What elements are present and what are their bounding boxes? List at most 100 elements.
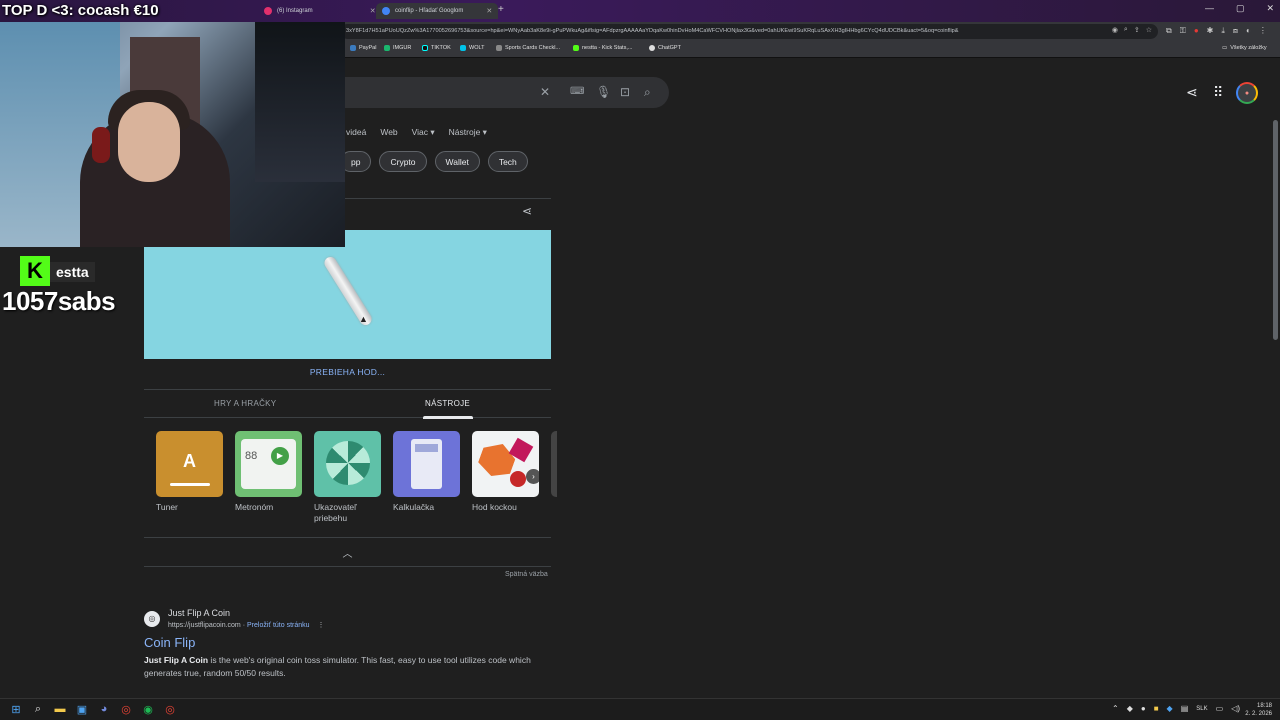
- bookmark-chatgpt[interactable]: ChatGPT: [649, 45, 681, 51]
- location-icon[interactable]: ◉: [1112, 26, 1118, 34]
- result-snippet: Just Flip A Coin is the web's original c…: [144, 655, 531, 678]
- extensions-icon[interactable]: ⧈: [1233, 26, 1238, 36]
- windows-taskbar: ⊞ ⌕ ▬ ▣ ◕ ◎ ◉ ◎ ⌃ ◆ ● ■ ◆ ▤ SLK ▭ ◁) 18:…: [0, 698, 1280, 720]
- bookmark-paypal[interactable]: PayPal: [350, 45, 376, 51]
- tab-videos[interactable]: videá: [346, 127, 366, 138]
- download-icon[interactable]: ⤓: [1221, 26, 1225, 36]
- all-bookmarks[interactable]: ▭ Všetky záložky: [1222, 45, 1267, 51]
- share-icon[interactable]: ⋖: [1186, 84, 1198, 101]
- avatar[interactable]: ●: [1236, 82, 1258, 104]
- chip-wallet[interactable]: Wallet: [434, 151, 480, 172]
- more-options-icon[interactable]: ⋮: [318, 622, 325, 629]
- spinner-wheel-icon: [314, 431, 381, 497]
- tab-instagram[interactable]: (6) Instagram ✕: [258, 3, 382, 19]
- tool-tuner[interactable]: A Tuner: [156, 431, 223, 524]
- share-icon[interactable]: ⇪: [1134, 26, 1140, 34]
- search-icon[interactable]: ⌕: [31, 702, 45, 716]
- store-icon[interactable]: ▣: [75, 702, 89, 716]
- tab-tools-card[interactable]: NÁSTROJE: [425, 399, 470, 408]
- profile-icon[interactable]: ◐: [1246, 26, 1251, 36]
- collapse-button[interactable]: ︿: [144, 537, 551, 567]
- tray-app-icon[interactable]: ◆: [1127, 704, 1133, 713]
- chip-tech[interactable]: Tech: [487, 151, 528, 172]
- tuner-icon: A: [156, 431, 223, 497]
- share-icon[interactable]: ⋖: [522, 204, 532, 218]
- chrome-icon[interactable]: ◎: [119, 702, 133, 716]
- bookmark-wolt[interactable]: WOLT: [460, 45, 484, 51]
- tool-label: Hod kockou: [472, 502, 517, 512]
- google-icon: [382, 7, 390, 15]
- bookmark-sports-cards[interactable]: Sports Cards Checkl...: [496, 45, 560, 51]
- sub-counter: 1057sabs: [2, 286, 116, 316]
- clear-icon[interactable]: ✕: [540, 85, 550, 99]
- chrome-profile-icon[interactable]: ◎: [163, 702, 177, 716]
- star-icon[interactable]: ☆: [1146, 26, 1152, 34]
- coin-flip-canvas[interactable]: ▲: [144, 230, 551, 359]
- tray-app-icon[interactable]: ▤: [1181, 704, 1189, 713]
- password-icon[interactable]: ⚿: [1180, 26, 1186, 36]
- extension-icons: ⧉ ⚿ ● ✱ ⤓ ⧈ ◐ ⋮: [1166, 26, 1267, 36]
- site-name[interactable]: Just Flip A Coin: [168, 608, 230, 618]
- search-input[interactable]: ✕ ⌨ 🎙 ⊡ ⌕: [300, 77, 669, 108]
- imgur-icon: [384, 45, 390, 51]
- tab-google-search[interactable]: coinflip - Hľadať Googlom ✕: [376, 3, 499, 19]
- tray-app-icon[interactable]: ■: [1154, 704, 1159, 713]
- tab-tools[interactable]: Nástroje ▾: [449, 127, 487, 138]
- tool-calculator[interactable]: Kalkulačka: [393, 431, 460, 524]
- tool-dice[interactable]: › Hod kockou: [472, 431, 539, 524]
- stream-goal-title: TOP D <3: cocash €10: [2, 2, 159, 19]
- zoom-icon[interactable]: ⌕: [1124, 26, 1128, 34]
- url-field[interactable]: 3xY8F1d7H51aPUoUQzZw%3A1770052696753&sou…: [340, 24, 1158, 39]
- spotify-icon[interactable]: ◉: [141, 702, 155, 716]
- language-indicator[interactable]: SLK: [1196, 704, 1207, 713]
- record-icon[interactable]: ●: [1194, 26, 1199, 36]
- site-favicon: ◎: [144, 611, 160, 627]
- tool-metronome[interactable]: 88 ▶ Metronóm: [235, 431, 302, 524]
- tiktok-icon: [422, 45, 428, 51]
- tool-spinner[interactable]: Ukazovateľ priebehu: [314, 431, 381, 524]
- tab-label: (6) Instagram: [277, 8, 313, 14]
- lens-icon[interactable]: ⊡: [620, 85, 630, 99]
- tab-more[interactable]: Viac ▾: [412, 127, 435, 138]
- taskbar-apps: ⊞ ⌕ ▬ ▣ ◕ ◎ ◉ ◎: [9, 702, 177, 716]
- omnibox-icons: ◉ ⌕ ⇪ ☆: [1107, 26, 1152, 34]
- mouse-cursor-icon: ▲: [359, 314, 368, 324]
- tab-games-toys[interactable]: HRY A HRAČKY: [214, 399, 276, 408]
- close-window-icon[interactable]: ✕: [1266, 3, 1274, 14]
- extension-icon[interactable]: ⧉: [1166, 26, 1172, 36]
- chip-crypto[interactable]: Crypto: [379, 151, 427, 172]
- tray-app-icon[interactable]: ◆: [1167, 704, 1173, 713]
- new-tab-button[interactable]: +: [498, 4, 504, 15]
- translate-link[interactable]: Preložiť túto stránku: [247, 622, 310, 629]
- bookmark-tiktok[interactable]: TIKTOK: [422, 45, 451, 51]
- close-tab-icon[interactable]: ✕: [370, 7, 376, 15]
- bookmark-kick-stats[interactable]: nestta - Kick Stats,...: [573, 45, 632, 51]
- volume-icon[interactable]: ◁): [1231, 704, 1240, 713]
- result-title[interactable]: Coin Flip: [144, 635, 195, 650]
- tool-label: Metronóm: [235, 502, 274, 512]
- tab-web[interactable]: Web: [380, 127, 397, 138]
- channel-name: estta: [50, 262, 95, 282]
- windows-start-icon[interactable]: ⊞: [9, 702, 23, 716]
- file-explorer-icon[interactable]: ▬: [53, 702, 67, 716]
- microphone-icon[interactable]: 🎙: [596, 85, 611, 99]
- maximize-icon[interactable]: ▢: [1236, 3, 1245, 14]
- puzzle-icon[interactable]: ✱: [1207, 26, 1214, 36]
- minimize-icon[interactable]: —: [1205, 3, 1214, 14]
- close-tab-icon[interactable]: ✕: [486, 7, 492, 15]
- discord-icon[interactable]: ◕: [97, 702, 111, 716]
- feedback-link[interactable]: Spätná väzba: [505, 571, 548, 578]
- chevron-up-icon[interactable]: ⌃: [1112, 704, 1119, 713]
- network-icon[interactable]: ▭: [1216, 704, 1224, 713]
- bookmark-imgur[interactable]: IMGUR: [384, 45, 411, 51]
- keyboard-icon[interactable]: ⌨: [570, 86, 584, 97]
- apps-grid-icon[interactable]: ⠿: [1213, 84, 1223, 101]
- tab-label: coinflip - Hľadať Googlom: [395, 8, 464, 14]
- search-icon[interactable]: ⌕: [644, 85, 651, 100]
- paypal-icon: [350, 45, 356, 51]
- tray-app-icon[interactable]: ●: [1141, 704, 1146, 713]
- scrollbar[interactable]: [1273, 120, 1278, 340]
- clock[interactable]: 18:18 2. 2. 2026: [1245, 702, 1272, 718]
- menu-icon[interactable]: ⋮: [1259, 26, 1267, 36]
- chevron-right-icon[interactable]: ›: [526, 469, 539, 484]
